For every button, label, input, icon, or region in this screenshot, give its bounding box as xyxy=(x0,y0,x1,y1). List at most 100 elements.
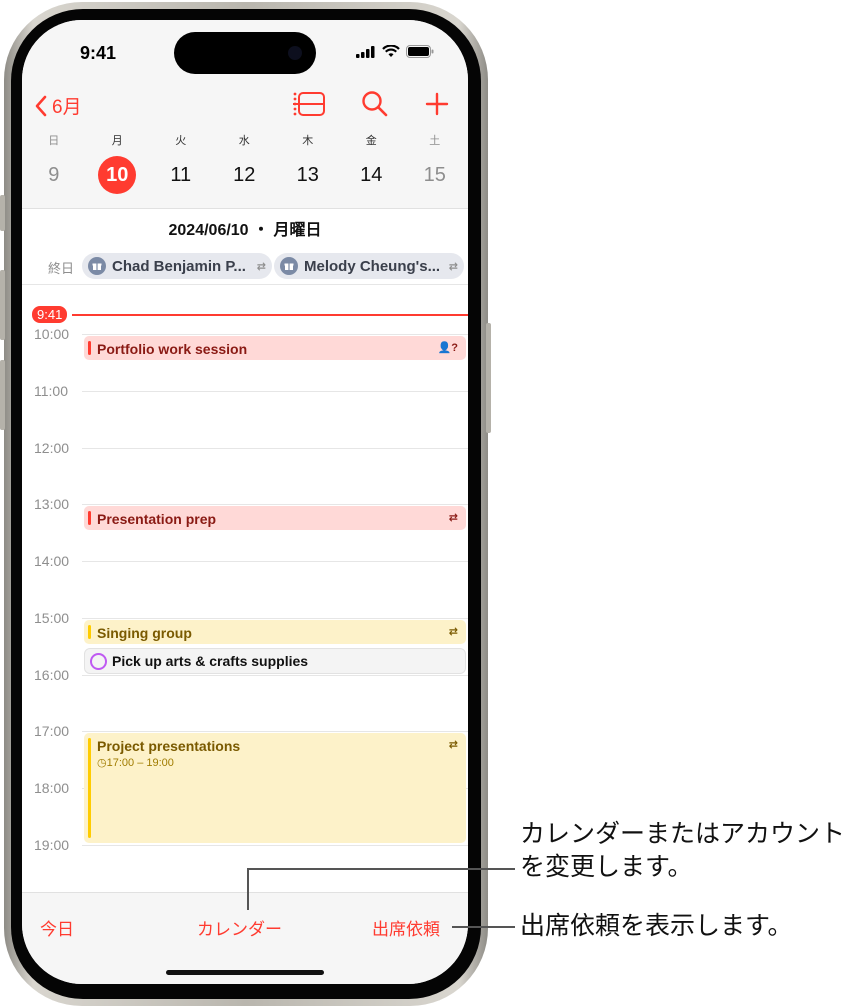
weekday-label: 水 xyxy=(238,135,250,147)
repeat-icon: ⇄ xyxy=(256,260,266,273)
day-number: 12 xyxy=(233,164,256,186)
day-number: 9 xyxy=(48,164,60,186)
add-event-button[interactable] xyxy=(424,90,450,123)
callout-calendars: カレンダーまたはアカウント を変更します。 xyxy=(520,818,845,884)
weekday-label: 金 xyxy=(365,135,377,147)
week-dates-row: 9 10 11 12 13 14 15 xyxy=(22,156,468,194)
cellular-signal-icon xyxy=(356,45,375,58)
search-button[interactable] xyxy=(361,90,389,123)
search-icon xyxy=(362,91,388,117)
calendars-button[interactable]: カレンダー xyxy=(197,915,282,940)
event-project-presentations[interactable]: Project presentations ⇄ ◷17:00 – 19:00 xyxy=(84,733,466,843)
day-cell-selected[interactable]: 10 xyxy=(86,156,150,194)
selected-date-title: 2024/06/10 ・ 月曜日 xyxy=(168,222,322,239)
back-label: 6月 xyxy=(52,97,82,118)
back-to-month-button[interactable]: 6月 xyxy=(34,92,82,119)
gift-icon xyxy=(88,257,106,275)
event-color-bar xyxy=(88,511,91,525)
day-cell[interactable]: 14 xyxy=(340,156,404,194)
event-singing-group[interactable]: Singing group ⇄ xyxy=(84,620,466,644)
hour-line xyxy=(82,448,468,449)
invitee-pending-icon: 👤? xyxy=(437,342,458,354)
clock-icon: ◷ xyxy=(97,757,107,769)
callout-line-calendars xyxy=(247,868,249,910)
inbox-button[interactable]: 出席依頼 xyxy=(372,915,440,940)
volume-down-button xyxy=(0,360,5,430)
event-color-bar xyxy=(88,625,91,639)
current-time-line xyxy=(72,314,468,316)
volume-up-button xyxy=(0,270,5,340)
callout-line-calendars xyxy=(247,868,515,870)
all-day-event-title: Chad Benjamin P... xyxy=(112,257,246,275)
today-button[interactable]: 今日 xyxy=(40,915,74,940)
hour-line xyxy=(82,391,468,392)
hour-line xyxy=(82,618,468,619)
event-title: Singing group xyxy=(97,625,192,641)
day-cell[interactable]: 11 xyxy=(149,156,213,194)
day-number: 11 xyxy=(170,164,192,186)
event-title: Portfolio work session xyxy=(97,341,248,357)
callout-line-inbox xyxy=(452,926,515,928)
day-cell[interactable]: 12 xyxy=(213,156,277,194)
repeat-icon: ⇄ xyxy=(448,512,458,524)
day-number: 14 xyxy=(360,164,383,186)
dynamic-island xyxy=(174,32,316,74)
repeat-icon: ⇄ xyxy=(448,626,458,638)
all-day-event[interactable]: Chad Benjamin P... ⇄ xyxy=(82,253,272,279)
hour-label: 10:00 xyxy=(34,326,70,342)
event-color-bar xyxy=(88,738,91,838)
hour-line xyxy=(82,845,468,846)
repeat-icon: ⇄ xyxy=(448,739,458,751)
day-cell[interactable]: 9 xyxy=(22,156,86,194)
list-view-icon xyxy=(293,92,325,116)
weekday-label: 火 xyxy=(175,135,187,147)
gift-icon xyxy=(280,257,298,275)
wifi-icon xyxy=(382,45,400,57)
reminder-item[interactable]: Pick up arts & crafts supplies xyxy=(84,648,466,674)
add-icon xyxy=(425,92,449,116)
callout-calendars-line2: を変更します。 xyxy=(520,853,693,881)
hour-line xyxy=(82,561,468,562)
status-time: 9:41 xyxy=(80,43,117,63)
day-number: 10 xyxy=(98,156,137,194)
list-view-button[interactable] xyxy=(292,90,326,123)
screen: 9:41 6月 日 月 火 水 木 金 土 9 10 11 12 13 14 1… xyxy=(22,20,468,984)
hour-label: 14:00 xyxy=(34,553,70,569)
hour-label: 12:00 xyxy=(34,440,70,456)
event-presentation-prep[interactable]: Presentation prep ⇄ xyxy=(84,506,466,530)
side-button xyxy=(486,323,491,433)
all-day-label: 終日 xyxy=(48,261,75,276)
hour-line xyxy=(82,504,468,505)
day-cell[interactable]: 13 xyxy=(276,156,340,194)
event-portfolio-work-session[interactable]: Portfolio work session 👤? xyxy=(84,336,466,360)
callout-inbox: 出席依頼を表示します。 xyxy=(520,912,793,940)
chevron-left-icon xyxy=(35,95,47,116)
hour-label: 17:00 xyxy=(34,723,70,739)
callout-calendars-line1: カレンダーまたはアカウント xyxy=(520,820,846,848)
day-number: 13 xyxy=(296,164,319,186)
camera-icon xyxy=(288,46,302,60)
hour-line xyxy=(82,334,468,335)
battery-icon xyxy=(406,45,434,58)
event-time-text: 17:00 – 19:00 xyxy=(106,757,174,769)
event-title: Project presentations xyxy=(97,738,241,754)
event-title: Presentation prep xyxy=(97,511,217,527)
hour-label: 11:00 xyxy=(34,383,68,399)
hour-line xyxy=(82,675,468,676)
weekday-label: 土 xyxy=(429,135,441,147)
hour-label: 13:00 xyxy=(34,496,70,512)
all-day-event[interactable]: Melody Cheung's... ⇄ xyxy=(274,253,464,279)
hour-label: 19:00 xyxy=(34,837,70,853)
repeat-icon: ⇄ xyxy=(448,260,458,273)
weekday-label: 月 xyxy=(111,135,123,147)
reminder-checkbox[interactable] xyxy=(90,653,107,670)
day-cell[interactable]: 15 xyxy=(403,156,467,194)
hour-label: 16:00 xyxy=(34,667,70,683)
action-button xyxy=(0,195,5,231)
event-color-bar xyxy=(88,341,91,355)
current-time-indicator: 9:41 xyxy=(32,306,68,323)
event-time: ◷17:00 – 19:00 xyxy=(97,756,174,769)
day-number: 15 xyxy=(423,164,446,186)
hour-label: 15:00 xyxy=(34,610,70,626)
status-icons xyxy=(356,45,434,58)
